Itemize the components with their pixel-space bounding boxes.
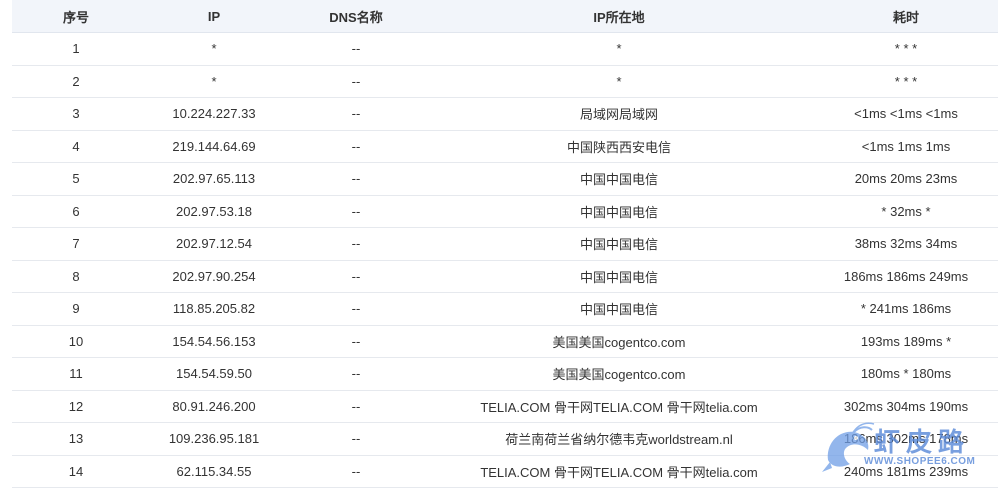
header-location: IP所在地	[424, 7, 814, 26]
cell-dns: --	[288, 269, 424, 284]
cell-no: 11	[12, 366, 140, 381]
cell-location: 美国美国cogentco.com	[424, 364, 814, 383]
cell-dns: --	[288, 236, 424, 251]
table-header-row: 序号 IP DNS名称 IP所在地 耗时	[12, 0, 998, 33]
cell-location: TELIA.COM 骨干网TELIA.COM 骨干网telia.com	[424, 397, 814, 416]
cell-dns: --	[288, 41, 424, 56]
cell-dns: --	[288, 464, 424, 479]
cell-no: 13	[12, 431, 140, 446]
cell-no: 3	[12, 106, 140, 121]
cell-ip: 202.97.12.54	[140, 236, 288, 251]
cell-ip: 202.97.90.254	[140, 269, 288, 284]
table-body: 1*--** * *2*--** * *310.224.227.33--局域网局…	[12, 33, 998, 488]
header-dns: DNS名称	[288, 7, 424, 26]
cell-time: 186ms 186ms 249ms	[814, 269, 998, 284]
cell-ip: 202.97.53.18	[140, 204, 288, 219]
cell-ip: 154.54.59.50	[140, 366, 288, 381]
table-row: 4219.144.64.69--中国陕西西安电信<1ms 1ms 1ms	[12, 131, 998, 164]
cell-ip: 109.236.95.181	[140, 431, 288, 446]
cell-location: 中国中国电信	[424, 169, 814, 188]
cell-dns: --	[288, 139, 424, 154]
table-row: 11154.54.59.50--美国美国cogentco.com180ms * …	[12, 358, 998, 391]
cell-time: 193ms 189ms *	[814, 334, 998, 349]
cell-location: 局域网局域网	[424, 104, 814, 123]
table-row: 13109.236.95.181--荷兰南荷兰省纳尔德韦克worldstream…	[12, 423, 998, 456]
cell-dns: --	[288, 106, 424, 121]
header-time: 耗时	[814, 7, 998, 26]
cell-dns: --	[288, 204, 424, 219]
cell-ip: 62.115.34.55	[140, 464, 288, 479]
cell-location: 中国陕西西安电信	[424, 137, 814, 156]
table-row: 310.224.227.33--局域网局域网<1ms <1ms <1ms	[12, 98, 998, 131]
cell-time: 20ms 20ms 23ms	[814, 171, 998, 186]
cell-dns: --	[288, 399, 424, 414]
cell-ip: *	[140, 74, 288, 89]
cell-ip: 118.85.205.82	[140, 301, 288, 316]
cell-location: 荷兰南荷兰省纳尔德韦克worldstream.nl	[424, 429, 814, 448]
table-row: 1462.115.34.55--TELIA.COM 骨干网TELIA.COM 骨…	[12, 456, 998, 488]
cell-ip: 219.144.64.69	[140, 139, 288, 154]
cell-no: 5	[12, 171, 140, 186]
cell-no: 8	[12, 269, 140, 284]
header-no: 序号	[12, 7, 140, 26]
cell-time: * 241ms 186ms	[814, 301, 998, 316]
cell-time: * 32ms *	[814, 204, 998, 219]
cell-dns: --	[288, 74, 424, 89]
cell-time: * * *	[814, 74, 998, 89]
cell-location: 中国中国电信	[424, 234, 814, 253]
cell-ip: 80.91.246.200	[140, 399, 288, 414]
cell-dns: --	[288, 431, 424, 446]
cell-time: <1ms <1ms <1ms	[814, 106, 998, 121]
cell-dns: --	[288, 366, 424, 381]
cell-dns: --	[288, 301, 424, 316]
table-row: 8202.97.90.254--中国中国电信186ms 186ms 249ms	[12, 261, 998, 294]
cell-location: 中国中国电信	[424, 267, 814, 286]
cell-no: 6	[12, 204, 140, 219]
table-row: 10154.54.56.153--美国美国cogentco.com193ms 1…	[12, 326, 998, 359]
cell-ip: 154.54.56.153	[140, 334, 288, 349]
table-row: 6202.97.53.18--中国中国电信* 32ms *	[12, 196, 998, 229]
cell-time: 180ms * 180ms	[814, 366, 998, 381]
cell-location: 中国中国电信	[424, 299, 814, 318]
cell-time: <1ms 1ms 1ms	[814, 139, 998, 154]
cell-location: *	[424, 74, 814, 89]
cell-time: 302ms 304ms 190ms	[814, 399, 998, 414]
cell-time: * * *	[814, 41, 998, 56]
cell-no: 7	[12, 236, 140, 251]
cell-dns: --	[288, 334, 424, 349]
cell-location: 美国美国cogentco.com	[424, 332, 814, 351]
cell-dns: --	[288, 171, 424, 186]
cell-no: 1	[12, 41, 140, 56]
cell-time: 240ms 181ms 239ms	[814, 464, 998, 479]
cell-location: *	[424, 41, 814, 56]
table-row: 7202.97.12.54--中国中国电信38ms 32ms 34ms	[12, 228, 998, 261]
cell-no: 4	[12, 139, 140, 154]
cell-no: 10	[12, 334, 140, 349]
table-row: 1280.91.246.200--TELIA.COM 骨干网TELIA.COM …	[12, 391, 998, 424]
cell-no: 2	[12, 74, 140, 89]
table-row: 9118.85.205.82--中国中国电信* 241ms 186ms	[12, 293, 998, 326]
cell-no: 14	[12, 464, 140, 479]
header-ip: IP	[140, 9, 288, 24]
cell-location: 中国中国电信	[424, 202, 814, 221]
cell-time: 186ms 302ms 178ms	[814, 431, 998, 446]
table-row: 5202.97.65.113--中国中国电信20ms 20ms 23ms	[12, 163, 998, 196]
cell-time: 38ms 32ms 34ms	[814, 236, 998, 251]
cell-no: 12	[12, 399, 140, 414]
traceroute-table: 序号 IP DNS名称 IP所在地 耗时 1*--** * *2*--** * …	[12, 0, 998, 488]
cell-ip: 202.97.65.113	[140, 171, 288, 186]
table-row: 1*--** * *	[12, 33, 998, 66]
cell-ip: 10.224.227.33	[140, 106, 288, 121]
cell-no: 9	[12, 301, 140, 316]
cell-ip: *	[140, 41, 288, 56]
table-row: 2*--** * *	[12, 66, 998, 99]
cell-location: TELIA.COM 骨干网TELIA.COM 骨干网telia.com	[424, 462, 814, 481]
